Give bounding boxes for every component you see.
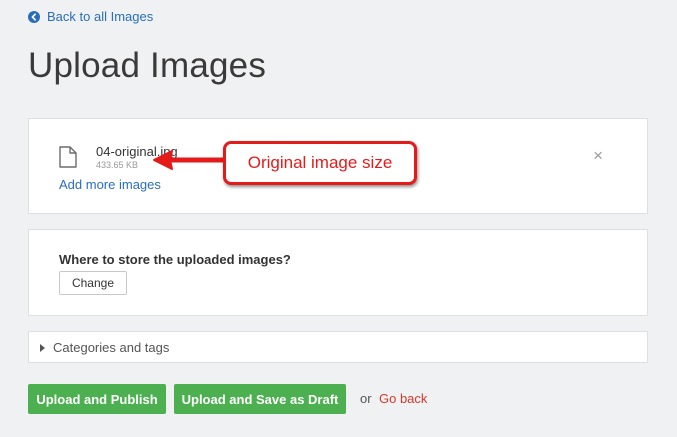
categories-toggle-label: Categories and tags [53, 340, 170, 355]
categories-toggle[interactable]: Categories and tags [40, 340, 169, 355]
upload-images-page: Back to all Images Upload Images 04-orig… [0, 0, 677, 437]
storage-question: Where to store the uploaded images? [59, 252, 291, 267]
categories-panel: Categories and tags [28, 331, 648, 363]
back-to-images-link[interactable]: Back to all Images [28, 9, 153, 24]
arrow-circle-left-icon [28, 10, 40, 23]
go-back-link[interactable]: Go back [379, 391, 427, 406]
back-link-label: Back to all Images [47, 9, 154, 24]
annotation-callout: Original image size [223, 141, 417, 185]
close-icon[interactable]: × [593, 147, 603, 164]
file-size: 433.65 KB [96, 160, 139, 170]
add-more-images-link[interactable]: Add more images [59, 177, 161, 192]
storage-panel: Where to store the uploaded images? Chan… [28, 229, 648, 316]
change-storage-button[interactable]: Change [59, 271, 127, 295]
upload-and-publish-button[interactable]: Upload and Publish [28, 384, 166, 414]
page-title: Upload Images [28, 46, 267, 85]
or-text: or [360, 391, 372, 406]
annotation-callout-text: Original image size [226, 144, 414, 182]
arrow-left-icon [150, 147, 227, 178]
file-icon [59, 146, 77, 173]
upload-and-save-draft-button[interactable]: Upload and Save as Draft [174, 384, 346, 414]
caret-right-icon [40, 343, 45, 352]
